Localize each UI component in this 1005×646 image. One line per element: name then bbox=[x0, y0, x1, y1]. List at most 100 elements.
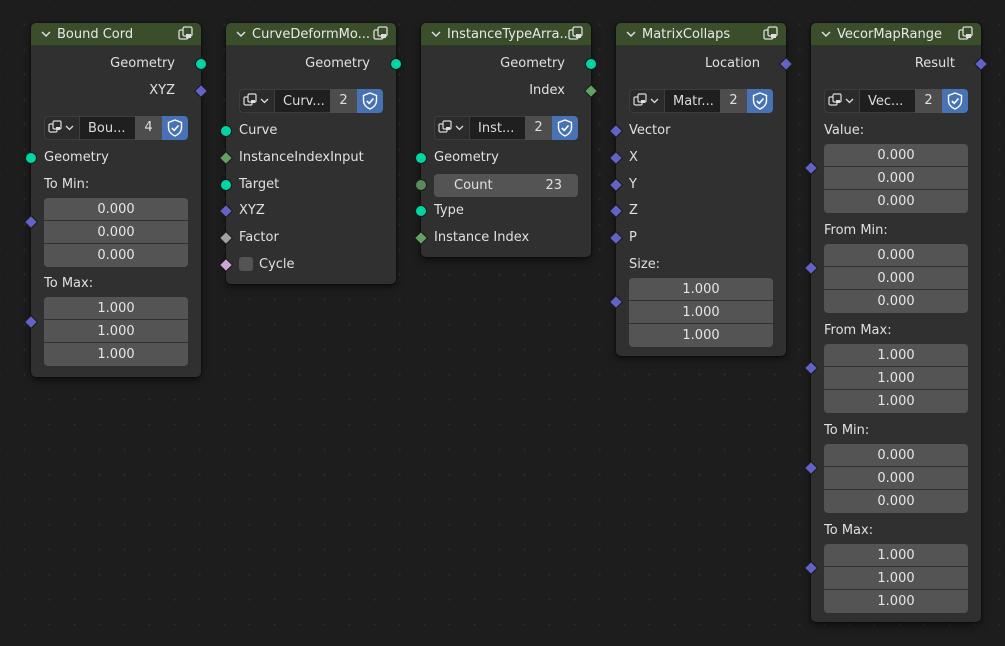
size-z[interactable]: 1.000 bbox=[629, 324, 773, 347]
fake-user-shield-icon[interactable] bbox=[162, 116, 188, 140]
count-input-socket[interactable] bbox=[416, 180, 426, 190]
integer-output-socket[interactable] bbox=[585, 85, 597, 97]
integer-input-socket[interactable] bbox=[220, 152, 232, 164]
geometry-input-socket[interactable] bbox=[221, 126, 231, 136]
to-min-vector-field[interactable]: 0.000 0.000 0.000 bbox=[824, 444, 968, 513]
vector-input-socket[interactable] bbox=[220, 205, 232, 217]
from-min-z[interactable]: 0.000 bbox=[824, 290, 968, 313]
node-instance-type-array[interactable]: InstanceTypeArra... Geometry Index Inst.… bbox=[415, 23, 597, 257]
value-y[interactable]: 0.000 bbox=[824, 167, 968, 190]
chevron-down-icon[interactable] bbox=[430, 28, 442, 40]
from-min-vector-field[interactable]: 0.000 0.000 0.000 bbox=[824, 244, 968, 313]
from-min-input-socket[interactable] bbox=[805, 262, 817, 274]
to-min-y[interactable]: 0.000 bbox=[44, 221, 188, 244]
fake-user-shield-icon[interactable] bbox=[942, 89, 968, 113]
chevron-down-icon[interactable] bbox=[235, 28, 247, 40]
node-bound-cord[interactable]: Bound Cord Geometry XYZ Bou... 4 Geometr… bbox=[25, 23, 207, 377]
from-max-z[interactable]: 1.000 bbox=[824, 390, 968, 413]
node-curve-deform[interactable]: CurveDeformMo... Geometry Curv... 2 Curv… bbox=[220, 23, 401, 284]
node-group-selector[interactable]: Inst... 2 bbox=[434, 116, 578, 140]
node-group-user-count[interactable]: 4 bbox=[135, 116, 162, 140]
to-min-y[interactable]: 0.000 bbox=[824, 467, 968, 490]
node-group-name[interactable]: Bou... bbox=[80, 116, 135, 140]
to-max-y[interactable]: 1.000 bbox=[824, 567, 968, 590]
node-group-selector[interactable]: Vec... 2 bbox=[824, 89, 968, 113]
to-min-z[interactable]: 0.000 bbox=[824, 490, 968, 513]
fake-user-shield-icon[interactable] bbox=[552, 116, 578, 140]
node-group-name[interactable]: Vec... bbox=[860, 89, 915, 113]
cycle-checkbox[interactable] bbox=[239, 256, 253, 271]
count-field[interactable]: Count 23 bbox=[434, 174, 578, 197]
node-group-selector[interactable]: Curv... 2 bbox=[239, 89, 383, 113]
node-header[interactable]: MatrixCollaps bbox=[616, 23, 786, 46]
vector-output-socket[interactable] bbox=[975, 58, 987, 70]
to-max-y[interactable]: 1.000 bbox=[44, 320, 188, 343]
node-group-icon[interactable] bbox=[177, 26, 195, 42]
node-group-name[interactable]: Curv... bbox=[275, 89, 330, 113]
node-group-name[interactable]: Inst... bbox=[470, 116, 525, 140]
to-min-x[interactable]: 0.000 bbox=[44, 198, 188, 221]
geometry-output-socket[interactable] bbox=[196, 59, 206, 69]
vector-output-socket[interactable] bbox=[195, 85, 207, 97]
node-group-user-count[interactable]: 2 bbox=[330, 89, 357, 113]
node-group-browse-icon[interactable] bbox=[434, 116, 470, 140]
node-header[interactable]: Bound Cord bbox=[31, 23, 201, 46]
size-input-socket[interactable] bbox=[610, 296, 622, 308]
vector-input-socket[interactable] bbox=[610, 232, 622, 244]
to-max-input-socket[interactable] bbox=[805, 562, 817, 574]
to-min-input-socket[interactable] bbox=[25, 216, 37, 228]
node-group-icon[interactable] bbox=[372, 26, 390, 42]
geometry-input-socket[interactable] bbox=[221, 180, 231, 190]
to-max-input-socket[interactable] bbox=[25, 316, 37, 328]
value-input-socket[interactable] bbox=[805, 162, 817, 174]
node-group-icon[interactable] bbox=[762, 26, 780, 42]
from-max-y[interactable]: 1.000 bbox=[824, 367, 968, 390]
to-min-z[interactable]: 0.000 bbox=[44, 244, 188, 267]
chevron-down-icon[interactable] bbox=[40, 28, 52, 40]
chevron-down-icon[interactable] bbox=[625, 28, 637, 40]
node-header[interactable]: InstanceTypeArra... bbox=[421, 23, 591, 46]
integer-input-socket[interactable] bbox=[415, 232, 427, 244]
to-max-z[interactable]: 1.000 bbox=[44, 343, 188, 366]
node-group-icon[interactable] bbox=[567, 26, 585, 42]
from-min-x[interactable]: 0.000 bbox=[824, 244, 968, 267]
to-min-vector-field[interactable]: 0.000 0.000 0.000 bbox=[44, 198, 188, 267]
value-x[interactable]: 0.000 bbox=[824, 144, 968, 167]
size-vector-field[interactable]: 1.000 1.000 1.000 bbox=[629, 278, 773, 347]
size-y[interactable]: 1.000 bbox=[629, 301, 773, 324]
vector-input-socket[interactable] bbox=[610, 179, 622, 191]
fake-user-shield-icon[interactable] bbox=[747, 89, 773, 113]
node-header[interactable]: CurveDeformMo... bbox=[226, 23, 396, 46]
from-max-vector-field[interactable]: 1.000 1.000 1.000 bbox=[824, 344, 968, 413]
to-max-vector-field[interactable]: 1.000 1.000 1.000 bbox=[824, 544, 968, 613]
from-max-input-socket[interactable] bbox=[805, 362, 817, 374]
to-min-input-socket[interactable] bbox=[805, 462, 817, 474]
node-header[interactable]: VecorMapRange bbox=[811, 23, 981, 46]
geometry-output-socket[interactable] bbox=[586, 59, 596, 69]
node-group-browse-icon[interactable] bbox=[824, 89, 860, 113]
vector-input-socket[interactable] bbox=[610, 152, 622, 164]
node-vector-map-range[interactable]: VecorMapRange Result Vec... 2 Value: 0.0… bbox=[805, 23, 987, 622]
vector-input-socket[interactable] bbox=[610, 205, 622, 217]
value-z[interactable]: 0.000 bbox=[824, 190, 968, 213]
to-max-z[interactable]: 1.000 bbox=[824, 590, 968, 613]
chevron-down-icon[interactable] bbox=[820, 28, 832, 40]
geometry-output-socket[interactable] bbox=[391, 59, 401, 69]
vector-output-socket[interactable] bbox=[780, 58, 792, 70]
from-max-x[interactable]: 1.000 bbox=[824, 344, 968, 367]
node-group-selector[interactable]: Matr... 2 bbox=[629, 89, 773, 113]
node-group-selector[interactable]: Bou... 4 bbox=[44, 116, 188, 140]
node-group-browse-icon[interactable] bbox=[44, 116, 80, 140]
to-max-x[interactable]: 1.000 bbox=[44, 297, 188, 320]
vector-input-socket[interactable] bbox=[610, 125, 622, 137]
node-group-browse-icon[interactable] bbox=[629, 89, 665, 113]
geometry-input-socket[interactable] bbox=[416, 153, 426, 163]
boolean-input-socket[interactable] bbox=[220, 259, 232, 271]
to-min-x[interactable]: 0.000 bbox=[824, 444, 968, 467]
to-max-x[interactable]: 1.000 bbox=[824, 544, 968, 567]
geometry-input-socket[interactable] bbox=[416, 206, 426, 216]
geometry-input-socket[interactable] bbox=[26, 153, 36, 163]
node-group-user-count[interactable]: 2 bbox=[915, 89, 942, 113]
size-x[interactable]: 1.000 bbox=[629, 278, 773, 301]
node-group-user-count[interactable]: 2 bbox=[720, 89, 747, 113]
